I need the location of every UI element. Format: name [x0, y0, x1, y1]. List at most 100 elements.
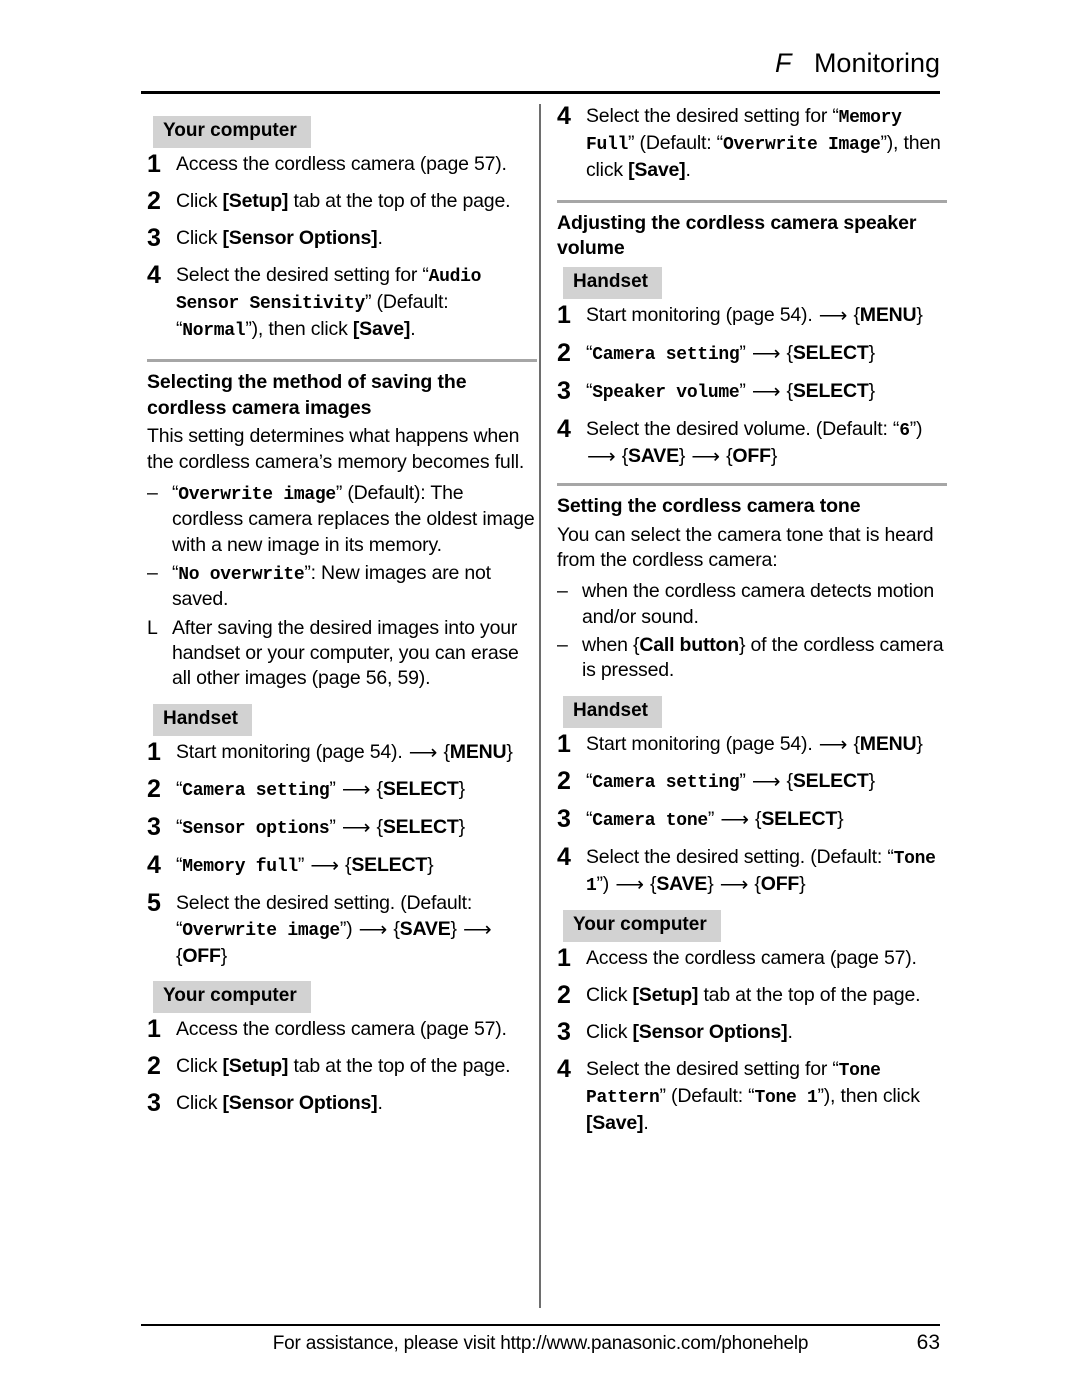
text-run: ”)	[596, 873, 615, 896]
brace-glyph: {	[781, 770, 794, 793]
text-run: .	[377, 1091, 383, 1114]
brace-glyph: {	[848, 732, 860, 755]
numbered-step: 3 Click [Sensor Options].	[557, 1017, 947, 1046]
brace-glyph: }	[916, 732, 923, 755]
text-run: ”	[329, 816, 341, 839]
brace-glyph: }	[868, 341, 876, 364]
step-number: 4	[557, 414, 571, 443]
menu-item-text: Memory full	[182, 857, 298, 878]
header-divider	[141, 91, 940, 94]
text-run: ”	[329, 778, 341, 801]
numbered-step: 3 “Speaker volume” ⟶ {SELECT}	[557, 377, 947, 406]
ui-button-text: [Sensor Options]	[222, 226, 378, 249]
menu-item-text: Camera setting	[592, 344, 740, 365]
right-arrow-icon: ⟶	[691, 445, 720, 468]
hardware-key-text: SELECT	[382, 816, 459, 839]
text-run: Access the cordless camera (page 57).	[176, 152, 507, 175]
brace-glyph: }	[770, 444, 778, 467]
text-run: Select the desired setting for “	[586, 1057, 839, 1080]
bullet-marker: –	[147, 561, 158, 584]
tone-handset-steps: 1 Start monitoring (page 54). ⟶ {MENU} 2 “C…	[557, 730, 947, 899]
hardware-key-text: OFF	[182, 944, 221, 967]
ui-button-text: [Save]	[586, 1111, 644, 1134]
numbered-step: 4 Select the desired setting for “Tone Pa…	[557, 1055, 947, 1137]
menu-item-text: Sensor options	[182, 819, 330, 840]
handset-badge: Handset	[563, 695, 662, 728]
menu-item-text: No overwrite	[178, 564, 305, 585]
step-number: 3	[147, 813, 161, 842]
section-title-tone: Setting the cordless camera tone	[557, 495, 861, 518]
text-run: tab at the top of the page.	[288, 189, 511, 212]
bullet-item: – “No overwrite”: New images are not save…	[147, 561, 537, 613]
hardware-key-text: MENU	[859, 732, 917, 755]
text-run: Start monitoring (page 54).	[586, 732, 818, 755]
text-run: .	[643, 1111, 649, 1134]
page-number: 63	[916, 1331, 940, 1354]
menu-item-text: Overwrite image	[178, 484, 336, 505]
ui-button-text: [Setup]	[222, 189, 289, 212]
text-run: Access the cordless camera (page 57).	[586, 946, 917, 969]
page-header: F Monitoring	[140, 48, 940, 79]
section-divider-speaker	[557, 199, 947, 203]
saving-bullets: – “Overwrite image” (Default): The cordle…	[147, 481, 537, 692]
ui-button-text: [Sensor Options]	[222, 1091, 378, 1114]
brace-glyph: {	[616, 444, 629, 467]
brace-glyph: {	[720, 444, 733, 467]
text-run: Select the desired volume. (Default: “	[586, 417, 900, 440]
step-number: 3	[147, 223, 161, 252]
brace-glyph: }	[916, 304, 923, 327]
text-run: Access the cordless camera (page 57).	[176, 1017, 507, 1040]
hardware-key-text: OFF	[732, 444, 771, 467]
your-computer-badge-wrap-1: Your computer	[147, 116, 537, 152]
your-computer-badge-wrap-3: Your computer	[557, 910, 947, 946]
brace-glyph: {	[781, 341, 794, 364]
page-title: Monitoring	[813, 48, 940, 78]
step-number: 2	[557, 338, 571, 367]
brace-glyph: {	[438, 740, 450, 763]
text-run: tab at the top of the page.	[698, 983, 921, 1006]
right-arrow-icon: ⟶	[720, 809, 749, 832]
brace-glyph: }	[458, 816, 466, 839]
text-run: .	[685, 158, 691, 181]
numbered-step: 3 Click [Sensor Options].	[147, 223, 537, 252]
text-run: Click	[586, 1020, 633, 1043]
menu-item-text: Camera tone	[592, 811, 708, 832]
right-arrow-icon: ⟶	[751, 771, 781, 794]
brace-glyph: }	[678, 444, 691, 467]
hardware-key-text: SAVE	[399, 917, 451, 940]
speaker-handset-steps: 1 Start monitoring (page 54). ⟶ {MENU} 2 “C…	[557, 301, 947, 471]
hardware-key-text: SELECT	[792, 770, 869, 793]
numbered-step: 3 “Sensor options” ⟶ {SELECT}	[147, 813, 537, 842]
numbered-step: 2 Click [Setup] tab at the top of the pag…	[147, 187, 537, 215]
right-arrow-icon: ⟶	[818, 305, 848, 328]
text-run: ”)	[339, 917, 358, 940]
hardware-key-text: SAVE	[656, 873, 708, 896]
numbered-step: 1 Start monitoring (page 54). ⟶ {MENU}	[557, 301, 947, 330]
menu-item-text: Camera setting	[182, 781, 330, 802]
right-arrow-icon: ⟶	[751, 380, 781, 403]
step-number: 4	[557, 843, 571, 872]
right-arrow-icon: ⟶	[463, 918, 492, 941]
right-arrow-icon: ⟶	[341, 817, 371, 840]
hardware-key-text: SELECT	[382, 778, 459, 801]
step-number: 3	[557, 1017, 571, 1046]
brace-glyph: {	[749, 873, 761, 896]
numbered-step: 4 Select the desired volume. (Default: “6…	[557, 414, 947, 471]
step-number: 2	[557, 767, 571, 796]
brace-glyph: {	[371, 778, 384, 801]
bullet-item: – when {Call button} of the cordless came…	[557, 633, 947, 684]
text-run: ”), then click	[245, 317, 353, 340]
brace-glyph: }	[707, 873, 719, 896]
step-number: 2	[557, 980, 571, 1009]
handset-badge: Handset	[153, 703, 252, 736]
right-arrow-icon: ⟶	[751, 342, 781, 365]
text-run: .	[410, 317, 416, 340]
text-run: Start monitoring (page 54).	[586, 304, 818, 327]
your-computer-badge: Your computer	[153, 116, 311, 148]
numbered-step: 1 Start monitoring (page 54). ⟶ {MENU}	[147, 738, 537, 767]
right-arrow-icon: ⟶	[615, 874, 644, 897]
section-divider-saving	[147, 359, 537, 363]
step-number: 5	[147, 888, 161, 917]
text-run: ”	[739, 770, 751, 793]
numbered-step: 3 “Camera tone” ⟶ {SELECT}	[557, 805, 947, 834]
